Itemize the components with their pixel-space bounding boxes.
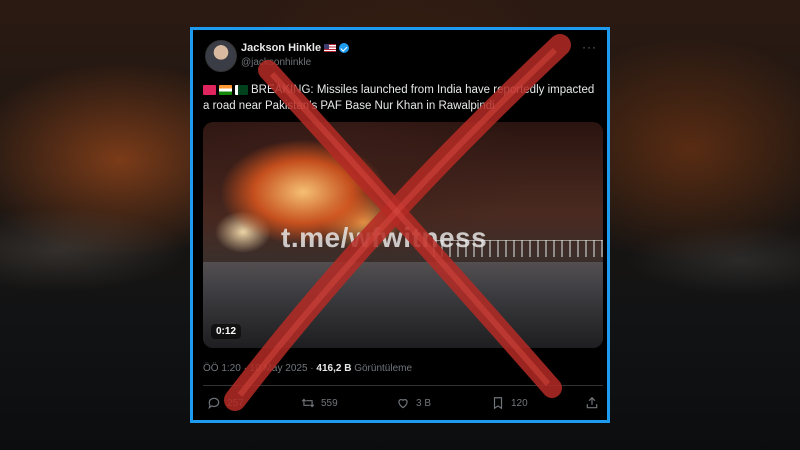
like-count: 3 B xyxy=(416,397,432,409)
like-icon xyxy=(398,399,408,409)
reply-button[interactable]: 257 xyxy=(207,396,244,410)
avatar[interactable] xyxy=(205,40,237,72)
tweet-timestamp[interactable]: ÖÖ 1:20 · 10 May 2025 · xyxy=(203,363,314,374)
reply-count: 257 xyxy=(227,397,244,409)
bookmark-icon xyxy=(493,397,503,410)
author-name-row[interactable]: Jackson Hinkle xyxy=(241,42,350,54)
bookmark-count: 120 xyxy=(511,397,528,409)
tweet-card: Jackson Hinkle @jacksonhinkle ··· BREAKI… xyxy=(190,27,610,423)
author-handle[interactable]: @jacksonhinkle xyxy=(241,57,311,68)
repost-count: 559 xyxy=(321,397,338,409)
india-flag-emoji-icon xyxy=(219,84,232,95)
repost-icon xyxy=(301,398,315,408)
views-count: 416,2 B xyxy=(316,363,352,374)
like-button[interactable]: 3 B xyxy=(396,396,431,410)
views-label: Görüntüleme xyxy=(354,363,413,374)
author-name[interactable]: Jackson Hinkle xyxy=(241,42,321,54)
video-duration-badge: 0:12 xyxy=(211,324,242,339)
share-icon xyxy=(586,396,598,409)
road-scene xyxy=(203,262,603,348)
bookmark-button[interactable]: 120 xyxy=(491,396,528,410)
more-icon[interactable]: ··· xyxy=(582,40,597,54)
video-media[interactable]: t.me/wfwitness 0:12 xyxy=(203,122,603,348)
watermark-text: t.me/wfwitness xyxy=(281,222,488,253)
tweet-body: BREAKING: Missiles launched from India h… xyxy=(203,84,595,112)
action-bar: 257 559 3 B 120 xyxy=(203,396,603,416)
repost-button[interactable]: 559 xyxy=(301,396,338,410)
divider xyxy=(203,385,603,386)
siren-emoji-icon xyxy=(203,84,216,95)
tweet-text: BREAKING: Missiles launched from India h… xyxy=(203,82,603,114)
share-button[interactable] xyxy=(585,396,599,410)
pakistan-flag-emoji-icon xyxy=(235,84,248,95)
reply-icon xyxy=(208,397,220,410)
tweet-meta: ÖÖ 1:20 · 10 May 2025 · 416,2 B Görüntül… xyxy=(203,363,412,374)
us-flag-icon xyxy=(324,44,337,53)
verified-badge-icon xyxy=(339,43,350,54)
